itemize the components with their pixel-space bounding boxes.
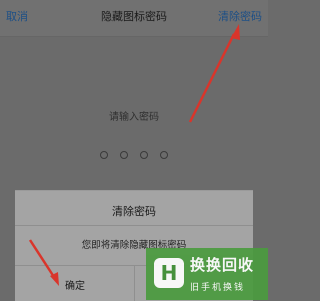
screen: 取消 隐藏图标密码 清除密码 请输入密码 清除密码 您即将清除隐藏图标密码 确定… bbox=[0, 0, 268, 301]
red-arrow-icon bbox=[28, 239, 59, 286]
watermark-brand: 换换回收 bbox=[190, 256, 255, 274]
watermark-tagline: 旧手机换钱 bbox=[190, 283, 246, 293]
watermark-logo-icon: H bbox=[154, 258, 184, 288]
red-arrow-icon bbox=[188, 24, 240, 123]
watermark-logo-letter: H bbox=[160, 261, 178, 285]
watermark: H 换换回收 旧手机换钱 bbox=[146, 248, 268, 300]
